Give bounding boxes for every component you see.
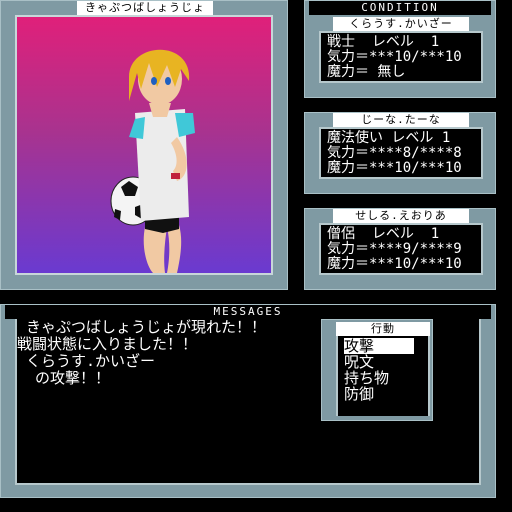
member-1-hp: 気力＝***10/***10 [327,49,462,65]
message-line: きゃぷつばしょうじょが現れた！！ [17,318,267,336]
member-1-mp: 魔力＝ 無し [327,64,406,80]
enemy-name-tab: きゃぷつばしょうじょ [77,1,213,15]
message-line: くらうす.かいざー [17,352,156,370]
member-3-hp: 気力＝****9/****9 [327,241,462,257]
member-3-class-level: 僧侶 レベル 1 [327,226,440,242]
command-items[interactable]: 持ち物 [344,370,414,386]
command-defend[interactable]: 防御 [344,386,414,402]
condition-title: CONDITION [309,1,491,15]
enemy-portrait [15,15,273,275]
party-member-2-panel: じーな.たーな 魔法使い レベル 1 気力＝****8/****8 魔力＝***… [304,112,496,194]
party-member-2-name: じーな.たーな [333,113,469,127]
party-member-2-stats: 魔法使い レベル 1 気力＝****8/****8 魔力＝***10/***10 [319,127,483,179]
enemy-sprite [110,49,195,273]
command-menu-title: 行動 [336,322,430,336]
party-member-1-name: くらうす.かいざー [333,17,469,31]
member-2-class-level: 魔法使い レベル 1 [327,130,451,146]
party-member-3-name: せしる.えおりあ [333,209,469,223]
command-menu-list: 攻撃 呪文 持ち物 防御 [336,336,430,416]
party-member-3-panel: せしる.えおりあ 僧侶 レベル 1 気力＝****9/****9 魔力＝***1… [304,208,496,290]
message-line: の攻撃！！ [17,369,111,387]
condition-header: CONDITION くらうす.かいざー 戦士 レベル 1 気力＝***10/**… [304,0,496,98]
party-member-3-stats: 僧侶 レベル 1 気力＝****9/****9 魔力＝***10/***10 [319,223,483,275]
member-2-hp: 気力＝****8/****8 [327,145,462,161]
member-1-class-level: 戦士 レベル 1 [327,34,440,50]
command-attack[interactable]: 攻撃 [344,338,414,354]
enemy-panel: きゃぷつばしょうじょ [0,0,288,290]
member-3-mp: 魔力＝***10/***10 [327,256,462,272]
messages-panel: MESSAGES きゃぷつばしょうじょが現れた！！ 戦闘状態に入りました！！ く… [0,304,496,498]
member-2-mp: 魔力＝***10/***10 [327,160,462,176]
command-spell[interactable]: 呪文 [344,354,414,370]
command-menu: 行動 攻撃 呪文 持ち物 防御 [321,319,433,421]
messages-title: MESSAGES [5,305,491,319]
party-member-1-stats: 戦士 レベル 1 気力＝***10/***10 魔力＝ 無し [319,31,483,83]
message-line: 戦闘状態に入りました！！ [17,335,198,353]
